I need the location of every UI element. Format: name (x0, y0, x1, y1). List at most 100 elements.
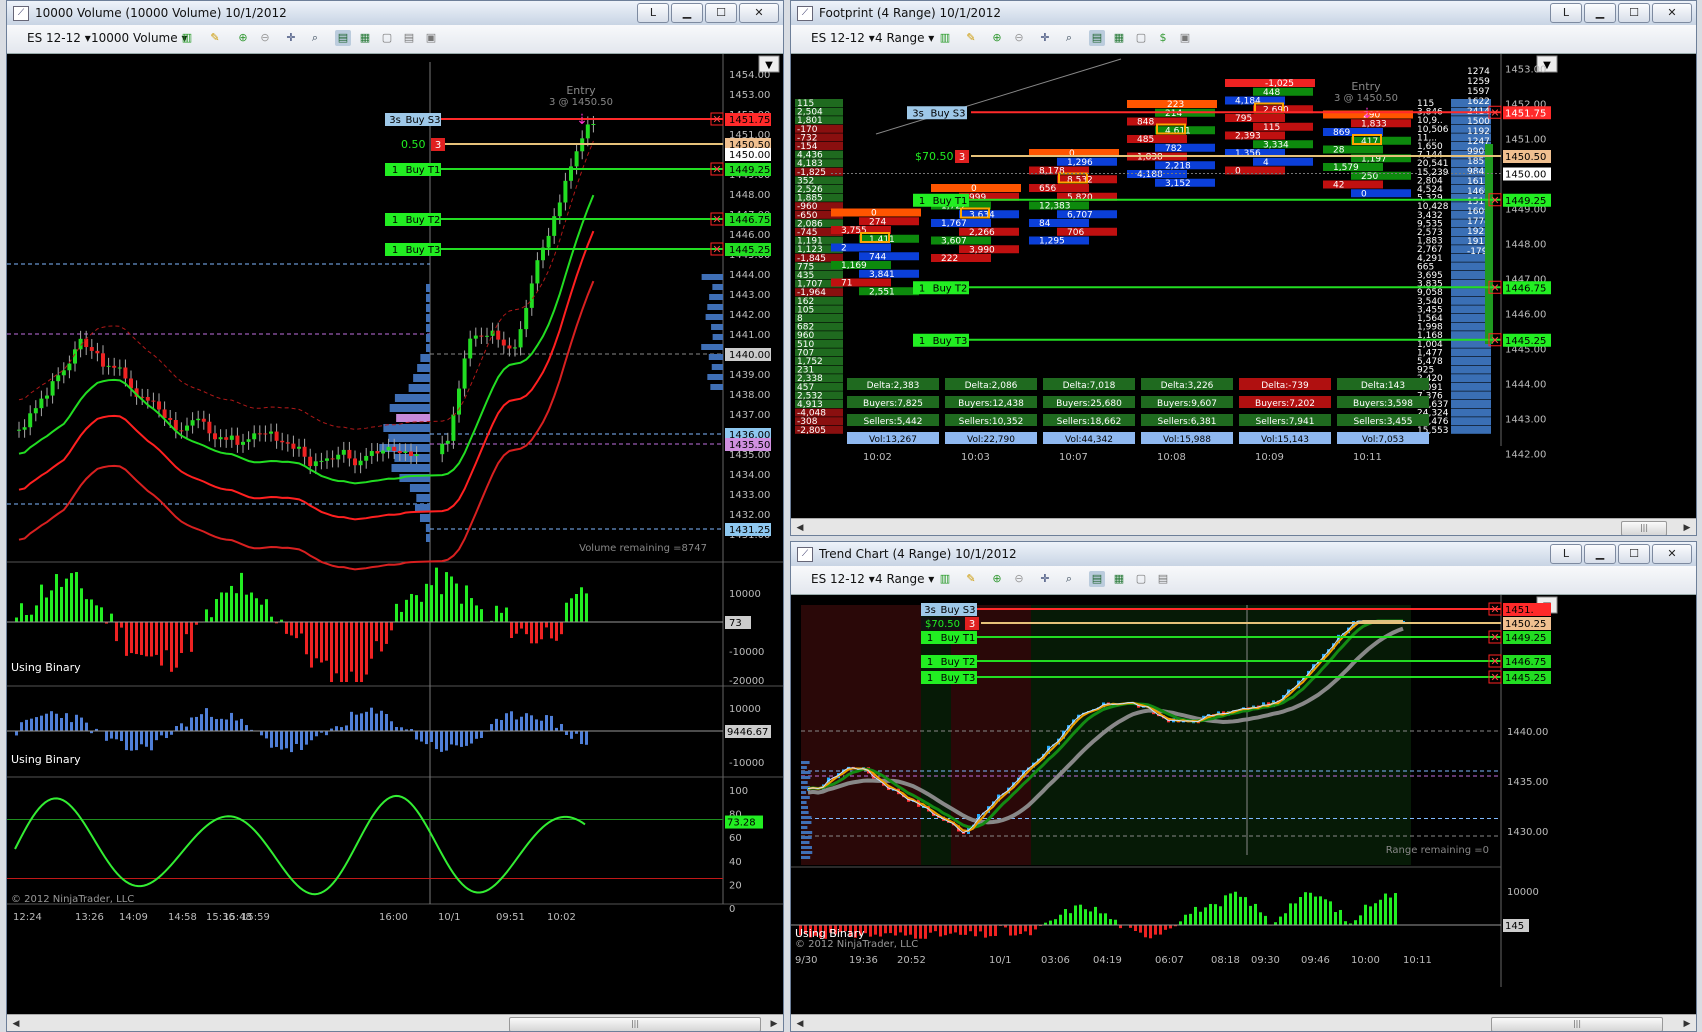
scroll-right-icon[interactable]: ▶ (767, 1017, 781, 1031)
chart-area[interactable]: ▼1453.001452.001451.001450.001449.001448… (791, 54, 1696, 518)
zoom-in-icon[interactable]: ⊕ (235, 30, 251, 46)
horizontal-scrollbar[interactable]: ◀ ||| ▶ (791, 1014, 1696, 1031)
indicator-axis-label: 60 (729, 833, 742, 844)
scroll-left-icon[interactable]: ◀ (793, 1017, 807, 1031)
histogram-bar (445, 572, 448, 622)
close-button[interactable]: ✕ (739, 3, 779, 23)
maximize-button[interactable]: ☐ (1618, 3, 1650, 23)
scroll-thumb[interactable]: ||| (1621, 521, 1667, 535)
minimize-button[interactable]: ▁ (671, 3, 703, 23)
scroll-thumb[interactable]: ||| (1491, 1017, 1663, 1031)
link-button[interactable]: L (637, 3, 669, 23)
minimize-button[interactable]: ▁ (1584, 3, 1616, 23)
histogram-bar (340, 727, 343, 731)
close-button[interactable]: ✕ (1652, 544, 1692, 564)
period-selector[interactable]: 4 Range ▾ (875, 572, 934, 586)
crosshair-icon[interactable]: ✛ (1037, 571, 1053, 587)
bar-type-icon[interactable]: ▥ (937, 30, 953, 46)
candle (313, 461, 318, 467)
zoom-in-icon[interactable]: ⊕ (989, 30, 1005, 46)
indicators-icon[interactable]: ▤ (335, 30, 351, 46)
close-button[interactable]: ✕ (1652, 3, 1692, 23)
histogram-bar (1294, 903, 1297, 925)
window-titlebar[interactable]: ⟋ Footprint (4 Range) 10/1/2012 L ▁ ☐ ✕ (791, 1, 1696, 25)
horizontal-scrollbar[interactable]: ◀ ||| ▶ (7, 1014, 783, 1031)
zoom-in-icon[interactable]: ⊕ (989, 571, 1005, 587)
histogram-bar (1099, 913, 1102, 925)
footprint-cell: 1,767 (941, 219, 967, 229)
magnify-icon[interactable]: ⌕ (307, 30, 323, 46)
histogram-bar (570, 598, 573, 622)
link-button[interactable]: L (1550, 544, 1582, 564)
histogram-bar (165, 622, 168, 651)
crosshair-icon[interactable]: ✛ (283, 30, 299, 46)
histogram-bar (575, 593, 578, 622)
histogram-bar (1034, 925, 1037, 930)
window-titlebar[interactable]: ⟋ 10000 Volume (10000 Volume) 10/1/2012 … (7, 1, 783, 25)
zoom-out-icon[interactable]: ⊖ (1011, 30, 1027, 46)
chart-area[interactable]: ▼1440.001435.001430.003sBuy S3✕1451.1Buy… (791, 595, 1696, 1014)
summary-cell: Delta:2,383 (867, 381, 920, 391)
candle (535, 260, 540, 284)
instrument-selector[interactable]: ES 12-12 ▾ (811, 31, 875, 45)
data-box-icon[interactable]: ▤ (401, 30, 417, 46)
properties-icon[interactable]: ▢ (1133, 30, 1149, 46)
histogram-bar (1389, 897, 1392, 925)
pencil-icon[interactable]: ✎ (963, 571, 979, 587)
templates-icon[interactable]: ▣ (1177, 30, 1193, 46)
indicator-axis-label: 10000 (729, 589, 761, 600)
price-flag: 1449.25 (729, 165, 770, 176)
instrument-selector[interactable]: ES 12-12 ▾ (27, 31, 91, 45)
footprint-cell: 0 (1361, 189, 1367, 199)
horizontal-scrollbar[interactable]: ◀ ||| ▶ (791, 518, 1696, 535)
bar-type-icon[interactable]: ▥ (179, 30, 195, 46)
scroll-right-icon[interactable]: ▶ (1680, 1017, 1694, 1031)
volume-profile-bar (801, 766, 807, 769)
templates-icon[interactable]: ▣ (423, 30, 439, 46)
footprint-cell-bg (1323, 145, 1383, 154)
bar-type-icon[interactable]: ▥ (937, 571, 953, 587)
properties-icon[interactable]: ▢ (379, 30, 395, 46)
strategies-icon[interactable]: ▦ (1111, 571, 1127, 587)
data-box-icon[interactable]: ▤ (1155, 571, 1171, 587)
maximize-button[interactable]: ☐ (705, 3, 737, 23)
cash-icon[interactable]: $ (1155, 30, 1171, 46)
histogram-bar (954, 925, 957, 933)
candle (325, 458, 329, 461)
zoom-out-icon[interactable]: ⊖ (257, 30, 273, 46)
histogram-bar (1394, 893, 1397, 925)
link-button[interactable]: L (1550, 3, 1582, 23)
minimize-button[interactable]: ▁ (1584, 544, 1616, 564)
magnify-icon[interactable]: ⌕ (1061, 30, 1077, 46)
period-selector[interactable]: 10000 Volume ▾ (91, 31, 187, 45)
candle (22, 427, 27, 430)
period-selector[interactable]: 4 Range ▾ (875, 31, 934, 45)
scroll-right-icon[interactable]: ▶ (1680, 521, 1694, 535)
window-titlebar[interactable]: ⟋ Trend Chart (4 Range) 10/1/2012 L ▁ ☐ … (791, 542, 1696, 566)
magnify-icon[interactable]: ⌕ (1061, 571, 1077, 587)
candle (574, 151, 579, 167)
maximize-button[interactable]: ☐ (1618, 544, 1650, 564)
pencil-icon[interactable]: ✎ (207, 30, 223, 46)
strategies-icon[interactable]: ▦ (1111, 30, 1127, 46)
footprint-cell: 1,295 (1039, 237, 1065, 247)
scroll-left-icon[interactable]: ◀ (9, 1017, 23, 1031)
histogram-bar (375, 622, 378, 642)
strategies-icon[interactable]: ▦ (357, 30, 373, 46)
price-flag: 1449.25 (1505, 196, 1546, 207)
histogram-bar (510, 622, 513, 639)
indicators-icon[interactable]: ▤ (1089, 30, 1105, 46)
instrument-selector[interactable]: ES 12-12 ▾ (811, 572, 875, 586)
crosshair-icon[interactable]: ✛ (1037, 30, 1053, 46)
histogram-bar (959, 925, 962, 935)
pencil-icon[interactable]: ✎ (963, 30, 979, 46)
histogram-bar (395, 603, 398, 622)
scroll-left-icon[interactable]: ◀ (793, 521, 807, 535)
chart-area[interactable]: ▼1454.001453.001452.001451.001450.001449… (7, 54, 783, 1014)
properties-icon[interactable]: ▢ (1133, 571, 1149, 587)
scroll-thumb[interactable]: ||| (509, 1017, 761, 1031)
zoom-out-icon[interactable]: ⊖ (1011, 571, 1027, 587)
indicators-icon[interactable]: ▤ (1089, 571, 1105, 587)
histogram-bar (320, 622, 323, 663)
summary-cell: Sellers:3,455 (1354, 417, 1413, 427)
